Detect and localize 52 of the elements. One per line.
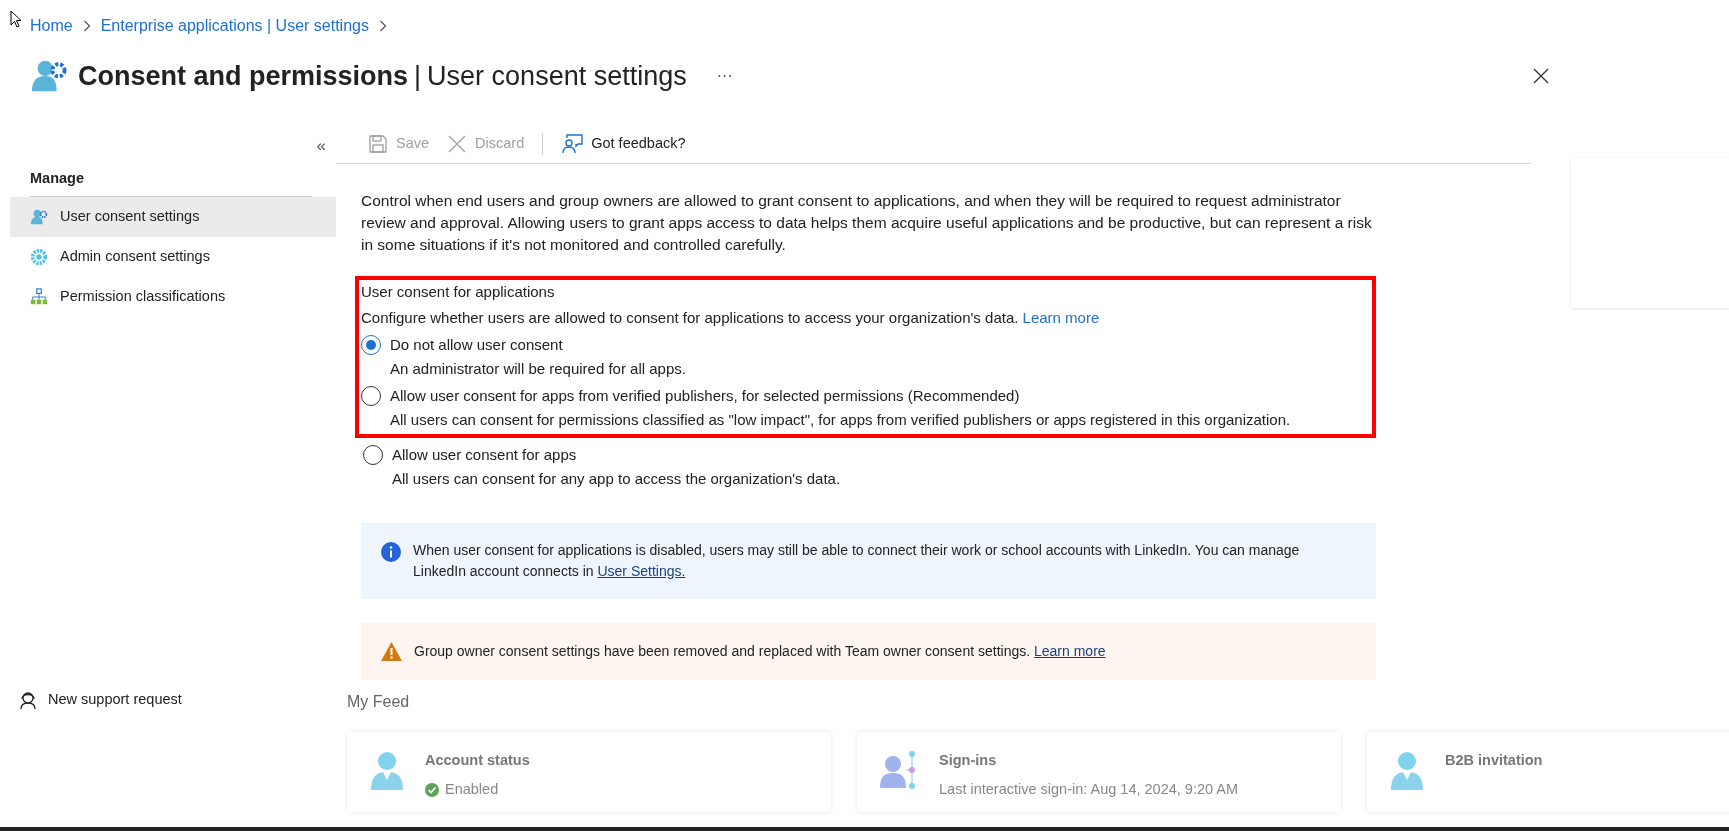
check-icon (425, 783, 439, 798)
person-icon (369, 749, 405, 790)
sidebar-item[interactable]: Admin consent settings (10, 237, 336, 277)
close-icon (447, 133, 468, 154)
option-description: An administrator will be required for all apps. (390, 359, 686, 379)
more-button[interactable]: ··· (716, 64, 733, 89)
feedback-icon (561, 133, 584, 154)
breadcrumb-link[interactable]: Home (30, 14, 73, 38)
info-icon (381, 541, 401, 562)
sidebar-item-label: User consent settings (60, 207, 200, 227)
card-title: B2B invitation (1445, 750, 1543, 770)
close-icon[interactable] (1533, 68, 1549, 85)
notice-link[interactable]: Learn more (1034, 642, 1106, 659)
collapse-button[interactable]: « (316, 132, 326, 158)
page-subtitle: User consent settings (427, 60, 687, 93)
breadcrumb-link[interactable]: Enterprise applications | User settings (100, 14, 369, 38)
save-icon (368, 133, 388, 154)
card-title: Account status (425, 750, 530, 770)
option-label: Allow user consent for apps from verified publishers, for selected permissions (Recommended) (390, 385, 1021, 406)
gear-icon (30, 248, 48, 266)
person-icon (1389, 749, 1425, 790)
group-heading: User consent for applications (361, 281, 556, 302)
card-title: Sign-ins (939, 750, 998, 770)
notice-link[interactable]: User Settings. (597, 562, 686, 579)
option-description: All users can consent for permissions classified as "low impact", for apps from verified publishers or apps registered in this organization. (390, 410, 1291, 430)
card-detail: Enabled (445, 780, 499, 800)
warning-icon (381, 641, 402, 661)
hierarchy-icon (30, 288, 48, 306)
user-gear-icon (30, 208, 48, 226)
support-icon (18, 690, 38, 711)
option-label: Do not allow user consent (390, 334, 564, 355)
support-link[interactable]: New support request (10, 689, 336, 711)
sidebar-item-label: Permission classifications (60, 287, 226, 307)
sidebar-item[interactable]: User consent settings (10, 197, 336, 237)
section-heading: Manage (30, 170, 84, 186)
learn-more-link[interactable]: Learn more (1022, 309, 1100, 326)
group-description: Configure whether users are allowed to consent for applications to access your organization's data. Learn more (361, 308, 1101, 328)
feed-heading: My Feed (347, 691, 411, 712)
toolbar-button[interactable]: Got feedback? (561, 132, 686, 155)
sidebar-item-label: Admin consent settings (60, 247, 210, 267)
option-label: Allow user consent for apps (392, 444, 578, 465)
sidebar-item[interactable]: Permission classifications (10, 277, 336, 317)
option-description: All users can consent for any app to access the organization's data. (392, 469, 841, 489)
title-divider: | (414, 60, 422, 93)
mouse-pointer-icon (10, 10, 22, 28)
notice-text: When user consent for applications is disabled, users may still be able to connect their work or school accounts with LinkedIn. You can manage LinkedIn account connects in User Settings. (413, 540, 1301, 581)
chevron-right-icon (82, 20, 91, 32)
card-detail: Last interactive sign-in: Aug 14, 2024, 9:20 AM (939, 780, 1239, 800)
chevron-right-icon (378, 20, 387, 32)
notice-text: Group owner consent settings have been removed and replaced with Team owner consent settings. Learn more (414, 641, 1106, 661)
intro-paragraph: Control when end users and group owners are allowed to grant consent to applications, and when they will be required to request administrator review and approval. Allowing users to grant apps access to data helps them acquire useful applications and be productive, but can represent a risk in some situations if it's not monitored and controlled carefully. (361, 190, 1373, 255)
page-title: Consent and permissions (78, 60, 409, 93)
